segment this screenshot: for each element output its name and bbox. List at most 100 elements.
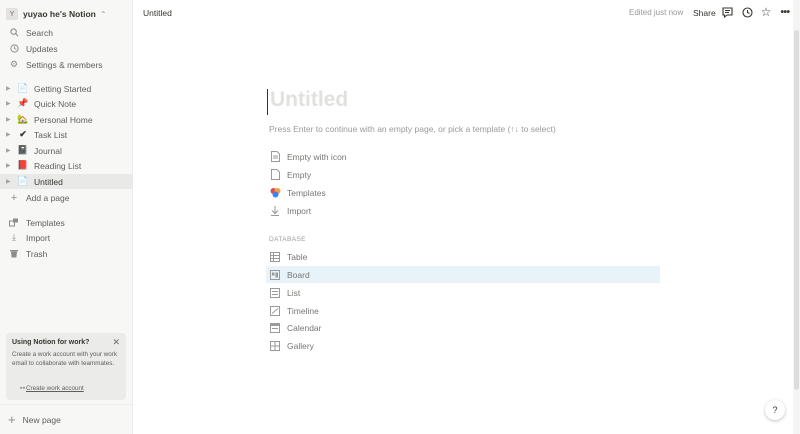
scrollbar-thumb[interactable] — [794, 30, 799, 390]
notebook-icon: 📓 — [17, 145, 29, 155]
expand-triangle-icon[interactable]: ▶ — [6, 147, 14, 154]
close-icon[interactable]: ✕ — [112, 337, 120, 348]
add-page-label: Add a page — [26, 192, 70, 203]
sidebar-item-label: Trash — [26, 248, 48, 259]
house-icon: 🏡 — [17, 114, 29, 124]
option-templates[interactable]: Templates — [266, 184, 660, 201]
text-cursor — [267, 89, 268, 115]
new-page-label: New page — [22, 414, 61, 425]
database-section-header: DATABASE — [269, 236, 306, 243]
sidebar-item-label: Import — [26, 232, 51, 243]
expand-triangle-icon[interactable]: ▶ — [6, 116, 14, 123]
expand-triangle-icon[interactable]: ▶ — [6, 178, 14, 185]
sidebar-item-label: Search — [26, 27, 53, 38]
pin-icon: 📌 — [17, 98, 29, 108]
import-icon: ⤓ — [12, 232, 16, 242]
expand-triangle-icon[interactable]: ▶ — [6, 131, 14, 138]
option-board[interactable]: Board — [266, 266, 660, 283]
expand-triangle-icon[interactable]: ▶ — [6, 100, 14, 107]
option-list[interactable]: List — [266, 284, 660, 301]
option-label: Empty — [287, 169, 312, 180]
sidebar-page-label: Untitled — [34, 176, 63, 187]
timeline-icon — [269, 305, 281, 317]
add-page-button[interactable]: + Add a page — [0, 190, 133, 205]
help-button[interactable]: ? — [765, 400, 785, 420]
option-timeline[interactable]: Timeline — [266, 302, 660, 319]
trash-icon — [8, 248, 20, 260]
sidebar-page-label: Reading List — [34, 160, 82, 171]
breadcrumb[interactable]: Untitled — [143, 8, 172, 18]
new-page-button[interactable]: + New page — [0, 404, 133, 434]
share-button[interactable]: Share — [693, 8, 716, 18]
chevron-updown-icon: ⌃ — [99, 9, 107, 19]
option-label: Gallery — [287, 340, 314, 351]
import-icon — [269, 205, 281, 217]
create-work-account-link[interactable]: Create work account — [26, 385, 84, 392]
option-empty-with-icon[interactable]: Empty with icon — [266, 148, 660, 165]
sidebar-item-updates[interactable]: Updates — [0, 41, 133, 56]
sidebar-item-import[interactable]: ⤓ Import — [0, 230, 133, 245]
sidebar-page-reading-list[interactable]: ▶ 📕 Reading List — [0, 158, 133, 173]
checkmark-icon: ✔ — [19, 129, 27, 139]
sidebar-page-label: Getting Started — [34, 83, 92, 94]
list-icon — [269, 287, 281, 299]
sidebar-page-quick-note[interactable]: ▶ 📌 Quick Note — [0, 96, 133, 111]
workspace-avatar: Y — [6, 8, 18, 20]
table-icon — [269, 251, 281, 263]
option-gallery[interactable]: Gallery — [266, 337, 660, 354]
option-label: Empty with icon — [287, 151, 347, 162]
option-calendar[interactable]: Calendar — [266, 319, 660, 336]
plus-icon: + — [8, 412, 16, 427]
option-table[interactable]: Table — [266, 248, 660, 265]
option-label: List — [287, 287, 301, 298]
star-icon[interactable]: ☆ — [760, 5, 772, 19]
page-with-icon-icon — [269, 151, 281, 163]
workspace-name: yuyao he's Notion — [23, 9, 96, 19]
option-label: Calendar — [287, 322, 322, 333]
option-label: Templates — [287, 187, 326, 198]
sidebar-page-untitled[interactable]: ▶ 📄 Untitled — [0, 174, 133, 189]
gallery-icon — [269, 340, 281, 352]
sidebar-page-journal[interactable]: ▶ 📓 Journal — [0, 143, 133, 158]
edited-status: Edited just now — [629, 8, 684, 17]
sidebar: Y yuyao he's Notion ⌃ Search Updates ⚙ S… — [0, 0, 133, 434]
sidebar-item-trash[interactable]: Trash — [0, 246, 133, 261]
page-title-input[interactable]: Untitled — [270, 88, 348, 112]
sidebar-item-label: Templates — [26, 217, 65, 228]
link-icon: ⚯ — [20, 386, 26, 392]
option-empty[interactable]: Empty — [266, 166, 660, 183]
history-icon[interactable] — [741, 6, 753, 18]
promo-title: Using Notion for work? — [12, 339, 90, 346]
templates-color-icon — [269, 187, 281, 199]
sidebar-item-label: Settings & members — [26, 59, 103, 70]
option-label: Table — [287, 251, 308, 262]
sidebar-item-label: Updates — [26, 43, 58, 54]
sidebar-page-label: Journal — [34, 145, 62, 156]
sidebar-page-personal-home[interactable]: ▶ 🏡 Personal Home — [0, 112, 133, 127]
red-book-icon: 📕 — [17, 160, 29, 170]
promo-text: Create a work account with your work ema… — [12, 351, 117, 367]
option-label: Timeline — [287, 305, 319, 316]
page-icon: 📄 — [17, 176, 29, 186]
workspace-switcher[interactable]: Y yuyao he's Notion ⌃ — [6, 6, 107, 22]
template-hint: Press Enter to continue with an empty pa… — [269, 124, 556, 134]
sidebar-item-templates[interactable]: Templates — [0, 215, 133, 230]
sidebar-page-label: Quick Note — [34, 98, 77, 109]
sidebar-page-task-list[interactable]: ▶ ✔ Task List — [0, 127, 133, 142]
templates-icon — [8, 217, 20, 229]
expand-triangle-icon[interactable]: ▶ — [6, 85, 14, 92]
sidebar-item-search[interactable]: Search — [0, 25, 133, 40]
sidebar-item-settings[interactable]: ⚙ Settings & members — [0, 57, 133, 72]
more-icon[interactable]: ••• — [779, 6, 791, 18]
search-icon — [8, 27, 20, 39]
comment-icon[interactable] — [721, 6, 733, 18]
gear-icon: ⚙ — [9, 59, 19, 69]
sidebar-page-getting-started[interactable]: ▶ 📄 Getting Started — [0, 81, 133, 96]
expand-triangle-icon[interactable]: ▶ — [6, 162, 14, 169]
clock-icon — [8, 43, 20, 55]
option-label: Import — [287, 205, 312, 216]
page-icon: 📄 — [17, 83, 29, 93]
work-account-promo: Using Notion for work? ✕ Create a work a… — [6, 333, 126, 400]
sidebar-page-label: Personal Home — [34, 114, 93, 125]
option-import[interactable]: Import — [266, 202, 660, 219]
